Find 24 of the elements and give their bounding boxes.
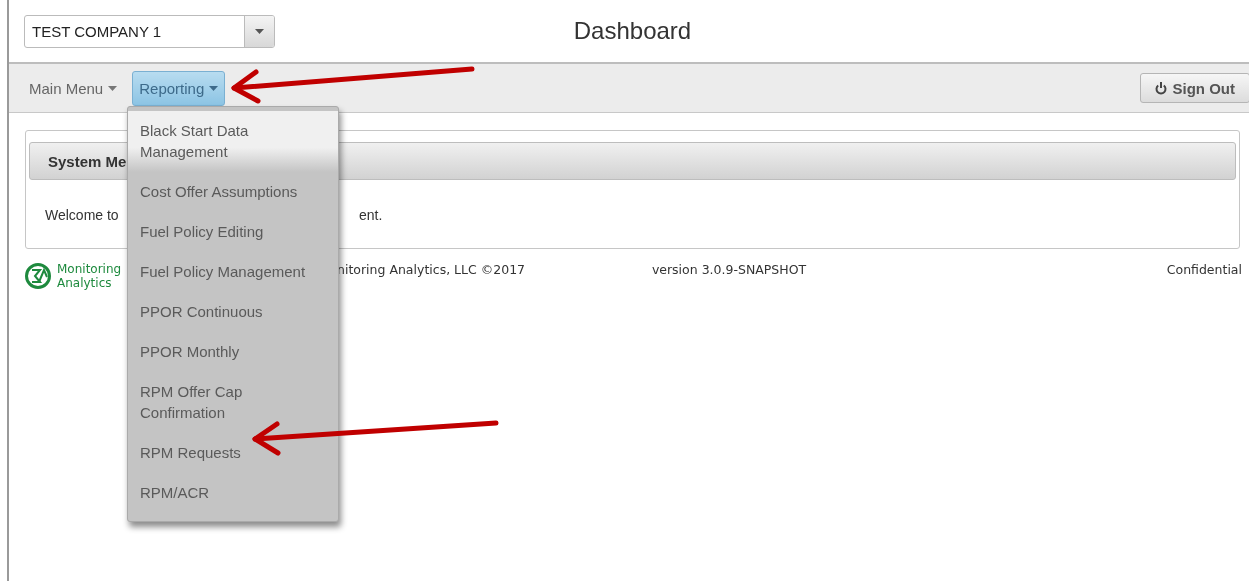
dropdown-item[interactable]: RPM Requests (128, 433, 338, 473)
menu-tab[interactable]: Main Menu (22, 70, 125, 106)
dropdown-item[interactable]: PPOR Continuous (128, 292, 338, 332)
caret-icon (108, 85, 118, 91)
confidential-text: Confidential (1166, 262, 1242, 277)
company-select-value: TEST COMPANY 1 (31, 21, 163, 42)
welcome-text: ent. (359, 207, 384, 223)
version-text: version 3.0.9-SNAPSHOT (651, 262, 808, 277)
company-select[interactable]: TEST COMPANY 1 (24, 14, 275, 48)
dropdown-item[interactable]: RPM Offer Cap Confirmation (128, 372, 338, 433)
logo-icon (25, 263, 51, 289)
welcome-text: Welcome to (45, 207, 120, 223)
page-title: Dashboard (573, 17, 692, 45)
dropdown-item[interactable]: RPM/ACR (128, 473, 338, 513)
power-icon (1154, 81, 1167, 95)
menu-tab[interactable]: Reporting (132, 70, 226, 106)
caret-icon (255, 28, 264, 34)
dropdown-item[interactable]: Black Start Data Management (128, 111, 338, 172)
caret-icon (209, 85, 219, 91)
logo-text: Monitoring Analytics (57, 262, 122, 290)
dropdown-item[interactable]: Fuel Policy Editing (128, 212, 338, 252)
dropdown-item[interactable]: PPOR Monthly (128, 332, 338, 372)
sign-out-button[interactable]: Sign Out (1139, 73, 1249, 103)
dropdown-item[interactable]: Fuel Policy Management (128, 252, 338, 292)
